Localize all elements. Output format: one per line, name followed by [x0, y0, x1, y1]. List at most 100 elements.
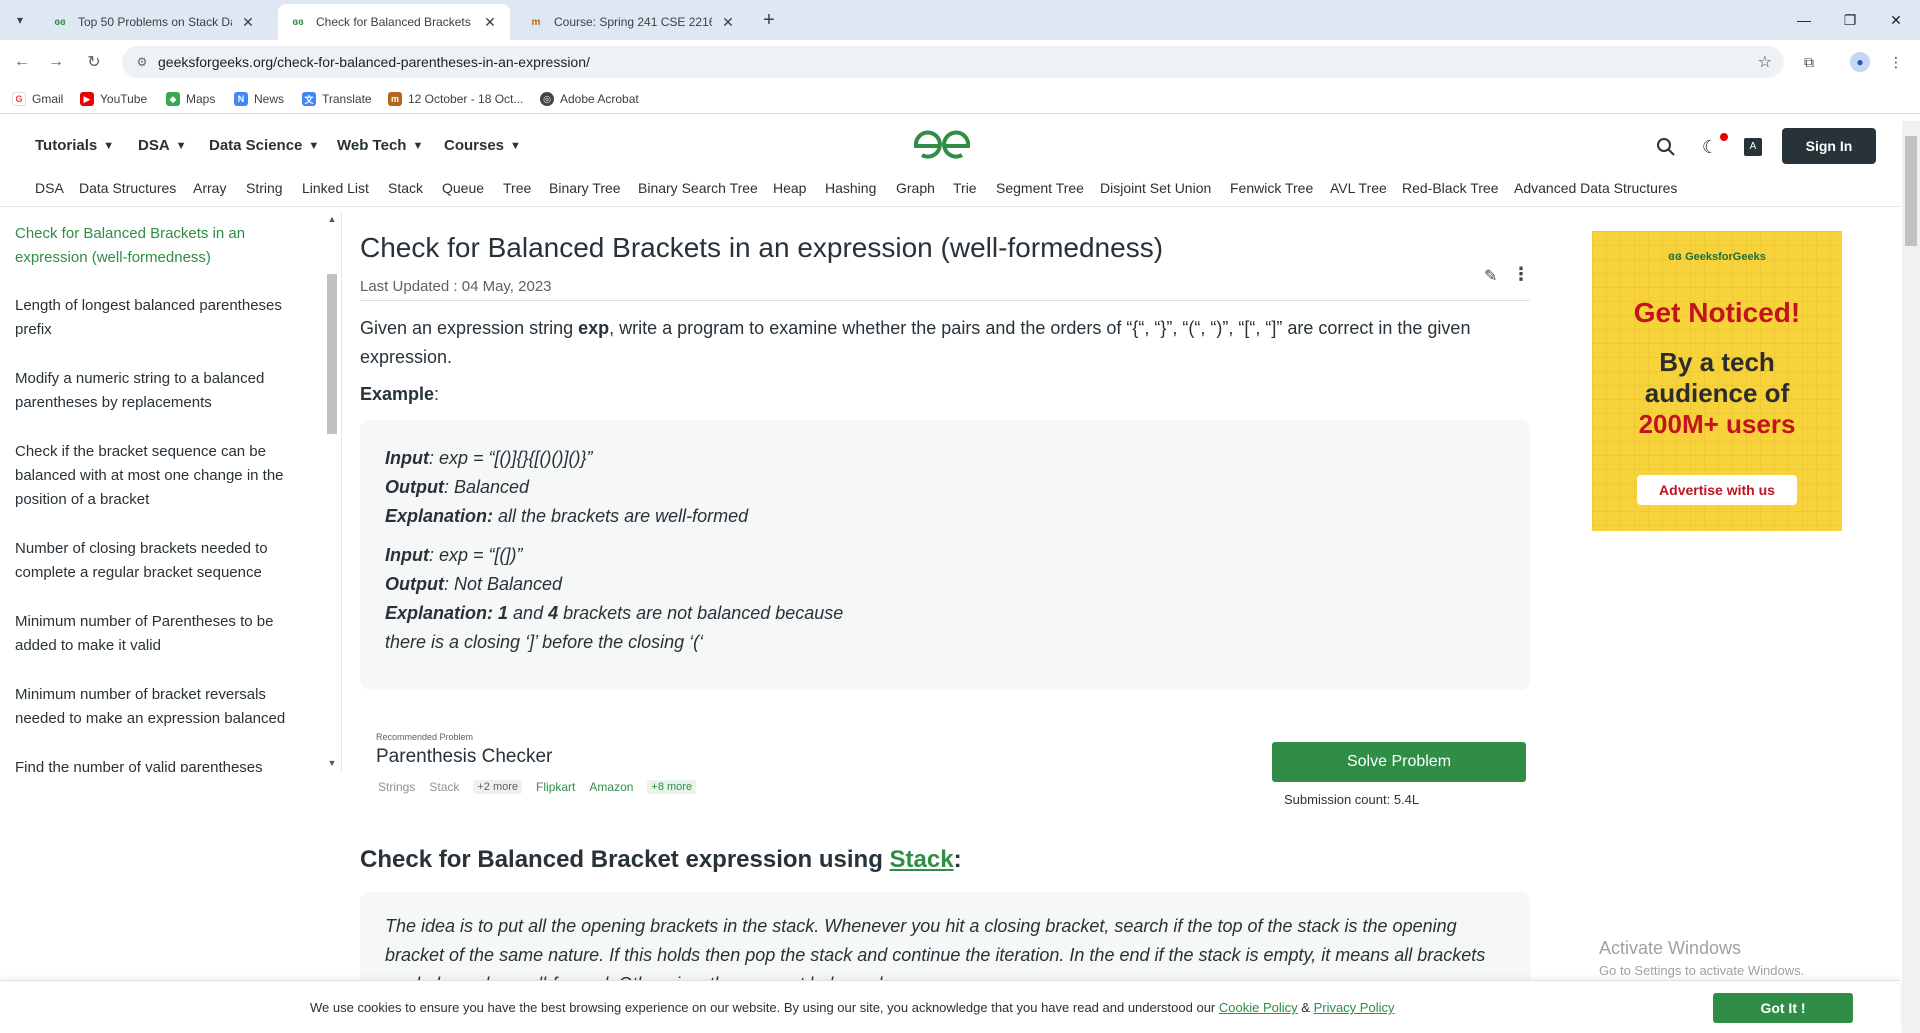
- profile-avatar-icon[interactable]: ●: [1848, 50, 1872, 74]
- more-tags-chip[interactable]: +2 more: [473, 780, 523, 794]
- nav-courses[interactable]: Courses ▼: [444, 137, 521, 154]
- language-icon[interactable]: A: [1741, 135, 1765, 159]
- sidebar-item-longest-balanced-prefix[interactable]: Length of longest balanced parentheses p…: [15, 294, 295, 342]
- solve-problem-button[interactable]: Solve Problem: [1272, 742, 1526, 782]
- back-arrow-icon[interactable]: ←: [10, 50, 34, 74]
- bookmark-maps[interactable]: ◆ Maps: [166, 90, 215, 108]
- topic-graph[interactable]: Graph: [896, 180, 935, 196]
- cookie-policy-link[interactable]: Cookie Policy: [1219, 1000, 1298, 1015]
- nav-tutorials[interactable]: Tutorials ▼: [35, 137, 114, 154]
- sidebar-item-modify-numeric-string[interactable]: Modify a numeric string to a balanced pa…: [15, 367, 295, 415]
- bookmark-youtube[interactable]: ▶ YouTube: [80, 90, 147, 108]
- reload-icon[interactable]: ↻: [82, 50, 106, 74]
- restore-icon[interactable]: ❐: [1830, 6, 1870, 34]
- more-companies-chip[interactable]: +8 more: [647, 780, 697, 794]
- nav-dsa[interactable]: DSA ▼: [138, 137, 187, 154]
- bookmark-adobe[interactable]: ◎ Adobe Acrobat: [540, 90, 639, 108]
- tag-strings[interactable]: Strings: [378, 780, 415, 794]
- bookmark-star-icon[interactable]: ☆: [1758, 52, 1772, 72]
- bookmark-translate[interactable]: 文 Translate: [302, 90, 372, 108]
- chevron-down-icon: ▼: [175, 139, 187, 152]
- close-window-icon[interactable]: ✕: [1876, 6, 1916, 34]
- topic-linked-list[interactable]: Linked List: [302, 180, 369, 196]
- sidebar-item-balanced-brackets[interactable]: Check for Balanced Brackets in an expres…: [15, 222, 295, 270]
- notification-dot-icon: [1720, 133, 1728, 141]
- search-icon[interactable]: [1654, 135, 1678, 159]
- explanation-label: Explanation:: [385, 603, 494, 623]
- topic-segment-tree[interactable]: Segment Tree: [996, 180, 1084, 196]
- topic-stack[interactable]: Stack: [388, 180, 423, 196]
- output-value: : Not Balanced: [443, 574, 563, 594]
- forward-arrow-icon[interactable]: →: [44, 50, 68, 74]
- topic-heap[interactable]: Heap: [773, 180, 806, 196]
- topic-dsa[interactable]: DSA: [35, 180, 64, 196]
- company-amazon[interactable]: Amazon: [589, 780, 633, 794]
- tab-close-icon[interactable]: ✕: [720, 14, 736, 30]
- site-info-icon[interactable]: ⚙: [134, 54, 150, 70]
- input-value: : exp = “[(])”: [428, 545, 523, 565]
- more-options-icon[interactable]: ⋮: [1512, 264, 1530, 285]
- bookmark-news[interactable]: N News: [234, 90, 284, 108]
- dark-mode-moon-icon[interactable]: ☾: [1698, 135, 1722, 159]
- sidebar-item-min-reversals[interactable]: Minimum number of bracket reversals need…: [15, 683, 295, 731]
- extensions-icon[interactable]: ⧉: [1797, 50, 1821, 74]
- sidebar-scrollbar-thumb[interactable]: [327, 274, 337, 434]
- topic-red-black-tree[interactable]: Red-Black Tree: [1402, 180, 1498, 196]
- company-flipkart[interactable]: Flipkart: [536, 780, 575, 794]
- bookmark-october[interactable]: m 12 October - 18 Oct...: [388, 90, 523, 108]
- nav-label: Tutorials: [35, 137, 98, 154]
- tag-stack[interactable]: Stack: [429, 780, 459, 794]
- nav-label: DSA: [138, 137, 170, 154]
- topic-binary-tree[interactable]: Binary Tree: [549, 180, 621, 196]
- url-text[interactable]: geeksforgeeks.org/check-for-balanced-par…: [158, 54, 590, 70]
- sign-in-button[interactable]: Sign In: [1782, 128, 1876, 164]
- topic-data-structures[interactable]: Data Structures: [79, 180, 176, 196]
- divider: [360, 300, 1530, 301]
- sidebar-item-min-parentheses[interactable]: Minimum number of Parentheses to be adde…: [15, 610, 295, 658]
- browser-tab-balanced-brackets[interactable]: ɞɞ Check for Balanced Brackets in ✕: [278, 4, 510, 40]
- got-it-button[interactable]: Got It !: [1713, 993, 1853, 1023]
- problem-name[interactable]: Parenthesis Checker: [376, 746, 552, 768]
- scroll-up-arrow-icon[interactable]: ▲: [327, 214, 337, 224]
- moodle-icon: m: [388, 92, 402, 106]
- minimize-icon[interactable]: —: [1784, 6, 1824, 34]
- topic-binary-search-tree[interactable]: Binary Search Tree: [638, 180, 758, 196]
- gfg-logo-icon[interactable]: [912, 129, 972, 163]
- topic-string[interactable]: String: [246, 180, 283, 196]
- address-bar[interactable]: ⚙ geeksforgeeks.org/check-for-balanced-p…: [122, 46, 1784, 78]
- stack-link[interactable]: Stack: [890, 846, 954, 873]
- chrome-menu-icon[interactable]: ⋮: [1884, 50, 1908, 74]
- scroll-down-arrow-icon[interactable]: ▼: [327, 758, 337, 768]
- topic-array[interactable]: Array: [193, 180, 226, 196]
- edit-pencil-icon[interactable]: ✎: [1484, 266, 1497, 286]
- page-scrollbar[interactable]: [1902, 121, 1920, 1033]
- output-value: : Balanced: [443, 477, 530, 497]
- sidebar-item-closing-brackets-needed[interactable]: Number of closing brackets needed to com…: [15, 537, 295, 585]
- topic-disjoint-set-union[interactable]: Disjoint Set Union: [1100, 180, 1211, 196]
- topic-fenwick-tree[interactable]: Fenwick Tree: [1230, 180, 1313, 196]
- advertisement-banner[interactable]: ɞɞ GeeksforGeeks Get Noticed! By a tech a…: [1592, 231, 1842, 531]
- example-output-2: Output: Not Balanced: [385, 570, 1505, 599]
- sidebar-item-bracket-one-change[interactable]: Check if the bracket sequence can be bal…: [15, 440, 295, 512]
- bookmark-gmail[interactable]: G Gmail: [12, 90, 63, 108]
- nav-data-science[interactable]: Data Science ▼: [209, 137, 319, 154]
- tab-close-icon[interactable]: ✕: [482, 14, 498, 30]
- topic-trie[interactable]: Trie: [953, 180, 977, 196]
- advertise-button[interactable]: Advertise with us: [1637, 475, 1797, 505]
- topic-queue[interactable]: Queue: [442, 180, 484, 196]
- new-tab-plus-icon[interactable]: +: [757, 8, 781, 32]
- tab-close-icon[interactable]: ✕: [240, 14, 256, 30]
- topic-advanced-data-structures[interactable]: Advanced Data Structures: [1514, 180, 1677, 196]
- browser-tab-stack-problems[interactable]: ɞɞ Top 50 Problems on Stack Data ✕: [40, 4, 268, 40]
- nav-web-tech[interactable]: Web Tech ▼: [337, 137, 423, 154]
- privacy-policy-link[interactable]: Privacy Policy: [1314, 1000, 1395, 1015]
- example-input-1: Input: exp = “[()]{}{[()()]()}”: [385, 444, 1505, 473]
- ad-subline: By a tech audience of: [1592, 347, 1842, 409]
- browser-tab-course[interactable]: m Course: Spring 241 CSE 2216 (L ✕: [516, 4, 748, 40]
- tab-search-icon[interactable]: ▾: [8, 8, 32, 32]
- topic-hashing[interactable]: Hashing: [825, 180, 876, 196]
- page-scrollbar-thumb[interactable]: [1905, 136, 1917, 246]
- topic-avl-tree[interactable]: AVL Tree: [1330, 180, 1387, 196]
- topic-tree[interactable]: Tree: [503, 180, 531, 196]
- sidebar-item-valid-parentheses[interactable]: Find the number of valid parentheses: [15, 756, 295, 772]
